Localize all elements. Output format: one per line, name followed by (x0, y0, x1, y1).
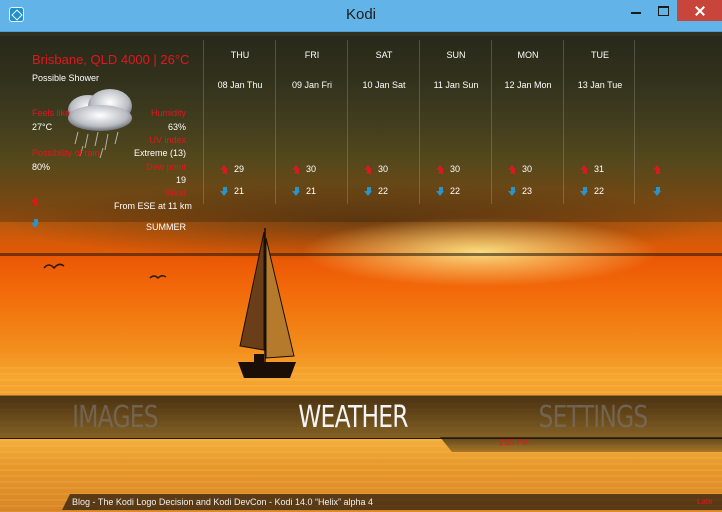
forecast-day[interactable]: SUN 11 Jan Sun 30 22 (419, 40, 492, 204)
high-temp-arrow-icon (364, 165, 373, 174)
humidity-label: Humidity (150, 108, 186, 118)
wind-label: Wind (165, 188, 186, 198)
forecast-high: 31 (594, 164, 605, 174)
low-temp-arrow-icon (580, 187, 589, 196)
maximize-button[interactable] (649, 0, 678, 21)
title-bar: Kodi (0, 0, 722, 32)
low-temp-arrow-icon (436, 187, 445, 196)
weather-panel: Brisbane, QLD 4000 | 26°C Possible Showe… (0, 36, 722, 232)
low-temp-arrow-icon (364, 187, 373, 196)
menu-item-weather[interactable]: WEATHER (287, 399, 420, 437)
high-temp-arrow-icon (292, 165, 301, 174)
low-temp-arrow-icon (292, 187, 301, 196)
wind-value: From ESE at 11 km (114, 201, 192, 211)
low-temp-arrow-icon (220, 187, 229, 196)
high-temp-arrow-icon (220, 165, 229, 174)
forecast-day-name: SAT (375, 50, 393, 60)
high-temp-arrow-icon (508, 165, 517, 174)
forecast-date: 11 Jan Sun (433, 80, 479, 90)
clock: 2:25 PM (499, 438, 529, 447)
home-menu: IMAGES WEATHER SETTINGS (0, 395, 722, 439)
forecast-date: 10 Jan Sat (362, 80, 406, 90)
forecast-low: 22 (450, 186, 461, 196)
forecast-day-empty (634, 40, 685, 204)
forecast-day[interactable]: TUE 13 Jan Tue 31 22 (563, 40, 636, 204)
uv-index-value: Extreme (13) (133, 148, 186, 158)
rain-chance-label: Possibility of rain (32, 148, 100, 158)
forecast-high: 29 (234, 164, 245, 174)
forecast-low: 22 (594, 186, 605, 196)
sailboat-image (238, 228, 296, 378)
forecast-day[interactable]: FRI 09 Jan Fri 30 21 (275, 40, 348, 204)
forecast-high: 30 (378, 164, 389, 174)
high-temp-arrow-icon (436, 165, 445, 174)
forecast-low: 21 (306, 186, 317, 196)
condition-summary: Possible Shower (32, 73, 100, 83)
forecast-day[interactable]: THU 08 Jan Thu 29 21 (203, 40, 276, 204)
birds-image (43, 263, 167, 279)
forecast-day[interactable]: MON 12 Jan Mon 30 23 (491, 40, 564, 204)
forecast-low: 21 (234, 186, 245, 196)
forecast-date: 13 Jan Tue (577, 80, 623, 90)
forecast-date: 09 Jan Fri (291, 80, 333, 90)
dew-point-label: Dew point (145, 162, 186, 172)
forecast-high: 30 (450, 164, 461, 174)
forecast-day[interactable]: SAT 10 Jan Sat 30 22 (347, 40, 420, 204)
humidity-value: 63% (167, 122, 186, 132)
low-temp-arrow-icon (508, 187, 517, 196)
window-title: Kodi (345, 6, 377, 23)
forecast-day-name: FRI (304, 50, 320, 60)
low-temp-arrow-icon (653, 187, 662, 196)
forecast-date: 08 Jan Thu (217, 80, 263, 90)
forecast-high: 30 (306, 164, 317, 174)
rain-chance-value: 80% (32, 162, 51, 172)
menu-item-images[interactable]: IMAGES (53, 399, 178, 437)
current-conditions: Brisbane, QLD 4000 | 26°C Possible Showe… (0, 36, 200, 232)
uv-index-label: UV index (149, 135, 186, 145)
minimize-button[interactable] (622, 0, 651, 21)
forecast-low: 23 (522, 186, 533, 196)
forecast-strip: THU 08 Jan Thu 29 21 FRI 09 Jan Fri 30 2… (203, 36, 635, 222)
low-temp-arrow-icon (31, 219, 40, 228)
forecast-day-name: MON (517, 50, 539, 60)
dew-point-value: 19 (175, 175, 186, 185)
forecast-high: 30 (522, 164, 533, 174)
high-temp-arrow-icon (653, 165, 662, 174)
feels-like-label: Feels like (32, 108, 71, 118)
forecast-low: 22 (378, 186, 389, 196)
season-value: SUMMER (146, 222, 186, 232)
forecast-date: 12 Jan Mon (504, 80, 552, 90)
submenu-bar (440, 437, 722, 452)
high-temp-arrow-icon (31, 197, 40, 206)
location-temperature: Brisbane, QLD 4000 | 26°C (32, 52, 190, 67)
menu-item-settings[interactable]: SETTINGS (527, 399, 660, 437)
forecast-day-name: TUE (591, 50, 609, 60)
forecast-day-name: THU (230, 50, 250, 60)
feels-like-value: 27°C (32, 122, 53, 132)
forecast-day-name: SUN (446, 50, 466, 60)
high-temp-arrow-icon (580, 165, 589, 174)
ticker-tag: Late (697, 497, 713, 506)
close-button[interactable] (677, 0, 722, 21)
rss-ticker-text[interactable]: Blog - The Kodi Logo Decision and Kodi D… (72, 497, 373, 507)
